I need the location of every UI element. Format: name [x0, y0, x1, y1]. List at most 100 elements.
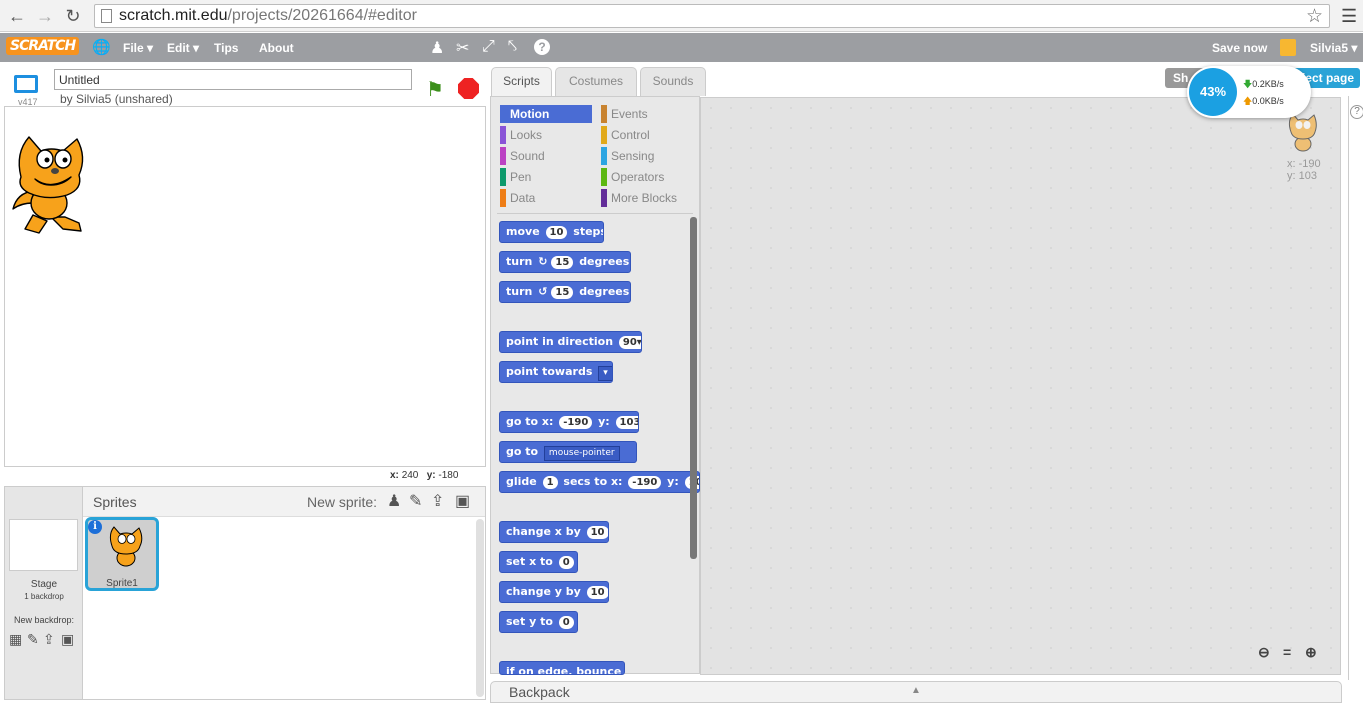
category-label: Events [611, 107, 648, 121]
project-byline: by Silvia5 (unshared) [60, 92, 173, 106]
camera-sprite-icon[interactable]: ▣ [455, 491, 470, 511]
category-sound[interactable]: Sound [500, 147, 592, 165]
cat-sprite[interactable] [7, 129, 107, 259]
duplicate-stamp-icon[interactable]: ♟ [430, 38, 444, 58]
save-now-button[interactable]: Save now [1212, 41, 1267, 55]
block-if-on-edge-bounce[interactable]: if on edge, bounce [499, 661, 625, 675]
fullscreen-icon[interactable] [14, 75, 38, 93]
down-arrow-icon: 🡇 [1243, 79, 1253, 89]
upload-sprite-icon[interactable]: ⇪ [431, 491, 444, 511]
network-meter-widget: 43% 🡇0.2KB/s 🡅0.0KB/s [1187, 66, 1311, 118]
backpack-label: Backpack [509, 684, 570, 700]
right-panel-edge [1348, 96, 1363, 680]
category-label: Looks [510, 128, 543, 142]
new-backdrop-label: New backdrop: [13, 615, 75, 625]
block-turn-right[interactable]: turn ↻ 15 degrees [499, 251, 631, 273]
stop-sign-icon[interactable] [458, 78, 479, 99]
category-events[interactable]: Events [601, 105, 693, 123]
tab-sounds[interactable]: Sounds [640, 67, 706, 96]
scratch-logo[interactable]: SCRATCH [6, 37, 80, 55]
category-color-bar [601, 147, 607, 165]
category-operators[interactable]: Operators [601, 168, 693, 186]
sprite-ghost-thumbnail [1288, 113, 1317, 152]
reload-icon[interactable]: ↻ [62, 5, 84, 27]
help-icon[interactable]: ? [1350, 105, 1363, 119]
category-motion[interactable]: Motion [500, 105, 592, 123]
stage-canvas[interactable] [4, 106, 486, 467]
category-sensing[interactable]: Sensing [601, 147, 693, 165]
category-control[interactable]: Control [601, 126, 693, 144]
block-change-y[interactable]: change y by 10 [499, 581, 609, 603]
tab-costumes[interactable]: Costumes [555, 67, 637, 96]
cut-scissors-icon[interactable]: ✂ [456, 38, 469, 58]
file-menu[interactable]: File ▾ [123, 41, 153, 55]
about-menu[interactable]: About [259, 41, 294, 55]
category-more-blocks[interactable]: More Blocks [601, 189, 693, 207]
globe-icon[interactable]: 🌐 [92, 38, 111, 56]
block-go-to-xy[interactable]: go to x: -190 y: 103 [499, 411, 639, 433]
category-looks[interactable]: Looks [500, 126, 592, 144]
category-color-bar [500, 189, 506, 207]
block-turn-left[interactable]: turn ↺ 15 degrees [499, 281, 631, 303]
block-go-to[interactable]: go to mouse-pointer [499, 441, 637, 463]
sprites-header: Sprites New sprite: ♟ ✎ ⇪ ▣ [83, 487, 485, 517]
zoom-reset-icon[interactable]: = [1283, 644, 1291, 660]
block-move-steps[interactable]: move 10 steps [499, 221, 604, 243]
block-glide[interactable]: glide 1 secs to x: -190 y: 103 [499, 471, 700, 493]
address-bar[interactable]: scratch.mit.edu/projects/20261664/#edito… [94, 4, 1330, 28]
user-menu[interactable]: Silvia5 ▾ [1310, 41, 1357, 55]
download-speed: 🡇0.2KB/s [1243, 79, 1284, 89]
block-set-y[interactable]: set y to 0 [499, 611, 578, 633]
mouse-coordinates: x: 240 y: -180 [390, 470, 459, 481]
backpack-bar[interactable]: Backpack ▲ [490, 681, 1342, 703]
upload-backdrop-icon[interactable]: ⇪ [43, 631, 55, 648]
up-arrow-icon: 🡅 [1243, 96, 1253, 106]
paint-backdrop-icon[interactable]: ✎ [27, 631, 39, 648]
zoom-in-icon[interactable]: ⊕ [1305, 644, 1317, 661]
rotate-ccw-icon: ↺ [538, 285, 548, 298]
backdrop-library-icon[interactable]: ▦ [9, 631, 22, 648]
green-flag-icon[interactable]: ⚑ [426, 77, 444, 102]
block-set-x[interactable]: set x to 0 [499, 551, 578, 573]
sprite-tile[interactable]: i Sprite1 [85, 517, 159, 591]
expand-up-icon[interactable]: ▲ [911, 685, 921, 696]
project-title-input[interactable] [54, 69, 412, 90]
shrink-icon[interactable]: ⤣ [508, 38, 517, 56]
stage-thumbnail[interactable] [9, 519, 78, 571]
category-pen[interactable]: Pen [500, 168, 592, 186]
sprite-name: Sprite1 [106, 578, 138, 589]
dropdown-arrow-icon[interactable]: ▾ [598, 366, 612, 381]
script-area[interactable]: x: -190 y: 103 ⊖ = ⊕ [700, 97, 1341, 675]
scratch-menubar: SCRATCH 🌐 File ▾ Edit ▾ Tips About ♟ ✂ ⤢… [0, 33, 1363, 62]
sprite-library-icon[interactable]: ♟ [387, 491, 401, 511]
category-label: Sound [510, 149, 545, 163]
palette-scrollbar[interactable] [690, 217, 697, 559]
paint-sprite-icon[interactable]: ✎ [409, 491, 422, 511]
camera-backdrop-icon[interactable]: ▣ [61, 631, 74, 648]
grow-icon[interactable]: ⤢ [482, 38, 495, 56]
tab-scripts[interactable]: Scripts [491, 67, 552, 96]
new-sprite-label: New sprite: [307, 494, 378, 510]
block-point-towards[interactable]: point towards ▾ [499, 361, 613, 383]
stage-header: v417 by Silvia5 (unshared) ⚑ [4, 67, 486, 107]
my-stuff-folder-icon[interactable] [1280, 39, 1296, 56]
browser-menu-icon[interactable]: ☰ [1341, 6, 1357, 27]
forward-arrow-icon[interactable]: → [34, 5, 56, 27]
block-point-in-direction[interactable]: point in direction 90▾ [499, 331, 642, 353]
back-arrow-icon[interactable]: ← [6, 5, 28, 27]
sprites-pane: Stage 1 backdrop New backdrop: ▦ ✎ ⇪ ▣ S… [4, 486, 486, 700]
sprites-scrollbar[interactable] [476, 519, 484, 697]
help-question-icon[interactable]: ? [534, 39, 550, 55]
block-change-x[interactable]: change x by 10 [499, 521, 609, 543]
bookmark-star-icon[interactable]: ☆ [1306, 5, 1323, 28]
url-text[interactable]: scratch.mit.edu/projects/20261664/#edito… [119, 7, 417, 25]
edit-menu[interactable]: Edit ▾ [167, 41, 199, 55]
category-data[interactable]: Data [500, 189, 592, 207]
category-color-bar [601, 105, 607, 123]
stage-label: Stage [30, 579, 58, 590]
category-color-bar [500, 105, 506, 123]
info-icon[interactable]: i [88, 520, 102, 534]
tips-menu[interactable]: Tips [214, 41, 238, 55]
zoom-out-icon[interactable]: ⊖ [1258, 644, 1270, 661]
category-color-bar [601, 168, 607, 186]
